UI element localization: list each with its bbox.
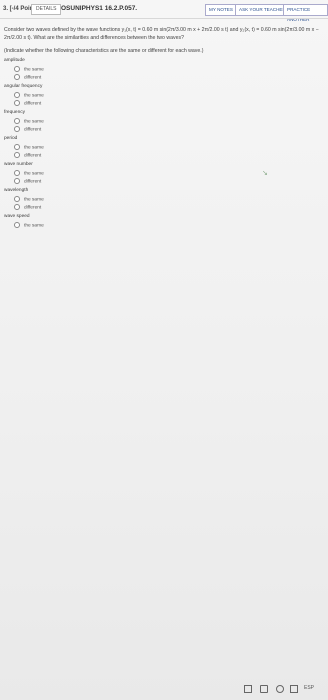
radio-icon[interactable] (14, 92, 20, 98)
section-wave-speed: wave speed (4, 214, 30, 219)
radio-icon[interactable] (14, 144, 20, 150)
divider (0, 18, 328, 19)
section-wavelength: wavelength (4, 188, 29, 193)
folder-icon (260, 685, 268, 693)
radio-icon[interactable] (14, 152, 20, 158)
monitor-icon (244, 685, 252, 693)
details-button[interactable]: DETAILS (31, 4, 62, 15)
wave-number-option-same[interactable]: the same (14, 170, 44, 176)
question-text: Consider two waves defined by the wave f… (4, 27, 319, 41)
radio-icon[interactable] (14, 66, 20, 72)
wave-speed-option-same[interactable]: the same (14, 222, 44, 228)
angular-frequency-option-same[interactable]: the same (14, 92, 44, 98)
frequency-option-same[interactable]: the same (14, 118, 44, 124)
page: 3. [-/4 Points] DETAILS OSUNIPHYS1 16.2.… (0, 0, 328, 700)
language-indicator[interactable]: ESP (304, 685, 314, 691)
section-frequency: frequency (4, 110, 26, 115)
radio-icon[interactable] (14, 178, 20, 184)
cursor-icon: ↘ (262, 170, 268, 177)
wavelength-option-same[interactable]: the same (14, 196, 44, 202)
section-period: period (4, 136, 18, 141)
radio-icon[interactable] (14, 74, 20, 80)
radio-icon[interactable] (14, 196, 20, 202)
problem-id: OSUNIPHYS1 16.2.P.057. (61, 5, 138, 12)
wavelength-option-different[interactable]: different (14, 204, 41, 210)
section-amplitude: amplitude (4, 58, 25, 63)
radio-icon[interactable] (14, 100, 20, 106)
section-wave-number: wave number (4, 162, 33, 167)
radio-icon[interactable] (14, 118, 20, 124)
period-option-same[interactable]: the same (14, 144, 44, 150)
practice-another-button[interactable]: PRACTICE ANOTHER (283, 4, 328, 22)
network-icon (290, 685, 298, 693)
frequency-option-different[interactable]: different (14, 126, 41, 132)
radio-icon[interactable] (14, 204, 20, 210)
period-option-different[interactable]: different (14, 152, 41, 158)
angular-frequency-option-different[interactable]: different (14, 100, 41, 106)
radio-icon[interactable] (14, 126, 20, 132)
section-angular-frequency: angular frequency (4, 84, 43, 89)
radio-icon[interactable] (14, 222, 20, 228)
radio-icon[interactable] (14, 170, 20, 176)
question-instruction: (Indicate whether the following characte… (4, 48, 204, 54)
wave-number-option-different[interactable]: different (14, 178, 41, 184)
amplitude-option-different[interactable]: different (14, 74, 41, 80)
ask-teacher-button[interactable]: ASK YOUR TEACHER (235, 4, 290, 16)
taskbar-tray: ESP (234, 683, 328, 695)
volume-icon (276, 685, 284, 693)
my-notes-button[interactable]: MY NOTES (205, 4, 237, 16)
amplitude-option-same[interactable]: the same (14, 66, 44, 72)
